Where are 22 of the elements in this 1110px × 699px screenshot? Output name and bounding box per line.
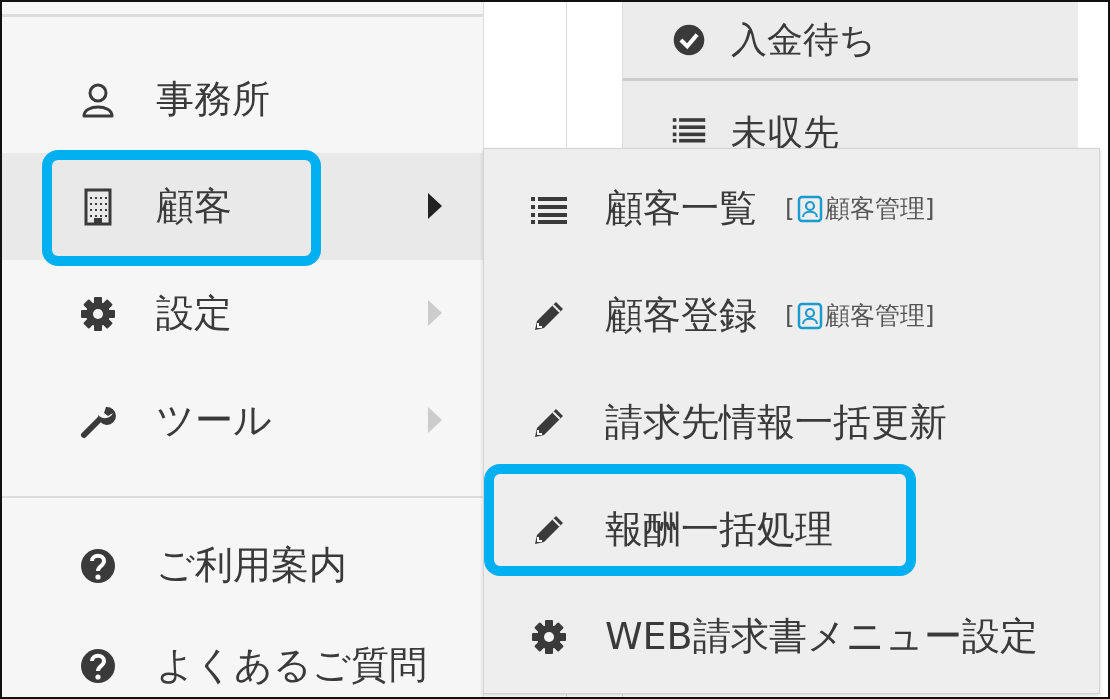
tag-label: 顧客管理 bbox=[824, 300, 925, 332]
person-badge-icon bbox=[796, 194, 823, 223]
question-icon bbox=[78, 546, 118, 586]
tag-bracket: [ bbox=[785, 194, 795, 223]
submenu-item[interactable]: 顧客登録 [ 顧客管理] bbox=[484, 262, 1099, 369]
submenu-item[interactable]: WEB請求書メニュー設定 bbox=[484, 583, 1099, 690]
sidebar-item[interactable]: 顧客 bbox=[2, 153, 483, 260]
sidebar-item[interactable]: 設定 bbox=[2, 260, 483, 367]
tag-label: 顧客管理 bbox=[824, 193, 925, 225]
dropdown-item[interactable]: 入金待ち bbox=[623, 2, 1078, 78]
tag-bracket: [ bbox=[785, 301, 795, 330]
submenu-item[interactable]: 報酬一括処理 bbox=[484, 476, 1099, 583]
sidebar-item[interactable]: よくあるご質問 bbox=[2, 616, 483, 697]
sidebar-item[interactable]: 事務所 bbox=[2, 46, 483, 153]
sidebar-item[interactable]: ご利用案内 bbox=[2, 516, 483, 616]
check-circle-icon bbox=[671, 22, 707, 58]
question-icon bbox=[78, 646, 118, 686]
person-badge-icon bbox=[796, 301, 823, 330]
tag-bracket: ] bbox=[924, 194, 935, 223]
tag-bracket: ] bbox=[924, 301, 935, 330]
sidebar-item[interactable]: ツール bbox=[2, 367, 483, 474]
submenu-item[interactable]: 請求先情報一括更新 bbox=[484, 369, 1099, 476]
